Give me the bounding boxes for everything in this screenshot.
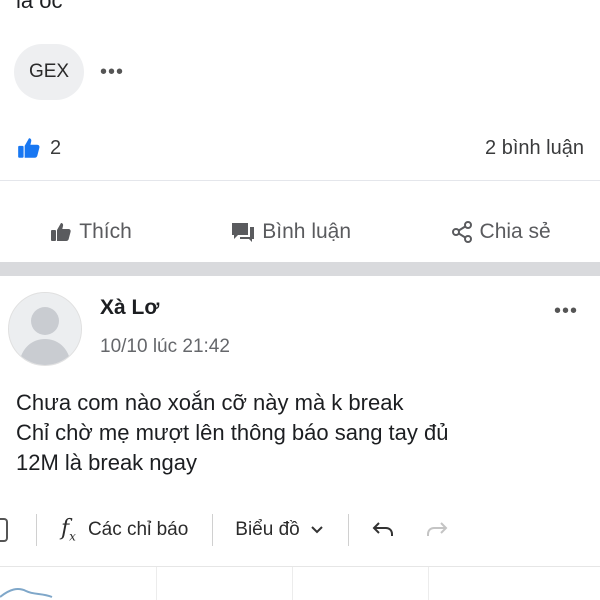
embedded-chart-preview bbox=[0, 566, 600, 600]
thumbs-up-icon bbox=[18, 138, 40, 158]
like-button-label: Thích bbox=[79, 220, 132, 243]
embedded-chart-toolbar: fx Các chỉ báo Biểu đồ bbox=[0, 506, 600, 554]
redo-button[interactable] bbox=[425, 520, 449, 540]
feed-screen: là oc GEX ••• 2 2 bình luận Thích Bình l… bbox=[0, 0, 600, 600]
grid-line bbox=[428, 567, 429, 600]
post-timestamp[interactable]: 10/10 lúc 21:42 bbox=[100, 336, 230, 358]
default-avatar-icon bbox=[9, 293, 81, 365]
like-summary[interactable]: 2 bbox=[16, 135, 61, 161]
chart-line-fragment bbox=[0, 588, 53, 598]
indicators-label: Các chỉ báo bbox=[87, 518, 189, 540]
grid-line bbox=[156, 567, 157, 600]
indicators-button[interactable]: fx Các chỉ báo bbox=[61, 516, 188, 543]
comment-count-link[interactable]: 2 bình luận bbox=[485, 137, 584, 160]
undo-icon bbox=[372, 522, 393, 536]
divider bbox=[0, 180, 600, 181]
gex-chip[interactable]: GEX bbox=[14, 44, 84, 100]
post-text: Chưa com nào xoắn cỡ này mà k break Chỉ … bbox=[16, 388, 448, 478]
like-button[interactable]: Thích bbox=[49, 220, 132, 244]
comment-button[interactable]: Bình luận bbox=[230, 220, 351, 244]
chart-type-dropdown[interactable]: Biểu đồ bbox=[235, 519, 323, 541]
redo-icon bbox=[426, 522, 448, 536]
post-separator bbox=[0, 262, 600, 276]
more-options-icon[interactable]: ••• bbox=[554, 300, 578, 323]
post-action-bar: Thích Bình luận Chia sẻ bbox=[0, 206, 600, 258]
previous-post-text-fragment: là oc bbox=[16, 0, 63, 13]
thumbs-up-icon bbox=[51, 223, 71, 241]
more-options-icon[interactable]: ••• bbox=[100, 62, 124, 82]
post-text-line: Chưa com nào xoắn cỡ này mà k break bbox=[16, 390, 404, 415]
avatar[interactable] bbox=[8, 292, 82, 366]
toolbar-divider bbox=[36, 514, 37, 546]
comment-icon bbox=[232, 223, 255, 242]
share-icon bbox=[451, 221, 472, 243]
function-icon: fx bbox=[61, 516, 76, 544]
undo-button[interactable] bbox=[371, 520, 395, 540]
comment-button-label: Bình luận bbox=[262, 220, 352, 243]
share-button[interactable]: Chia sẻ bbox=[450, 220, 551, 244]
share-button-label: Chia sẻ bbox=[479, 220, 551, 243]
toolbar-divider bbox=[347, 514, 349, 546]
previous-post-chip-row: GEX ••• bbox=[14, 44, 124, 100]
chevron-down-icon bbox=[311, 526, 323, 534]
post-text-line: Chỉ chờ mẹ mượt lên thông báo sang tay đ… bbox=[16, 420, 449, 445]
post-author-name[interactable]: Xà Lơ bbox=[100, 296, 159, 320]
toolbar-divider bbox=[212, 514, 214, 546]
cropped-icon bbox=[0, 518, 8, 542]
grid-line bbox=[292, 567, 293, 600]
post-text-line: 12M là break ngay bbox=[16, 450, 197, 475]
chart-type-label: Biểu đồ bbox=[235, 519, 300, 540]
like-count: 2 bbox=[50, 136, 62, 159]
reaction-summary: 2 2 bình luận bbox=[16, 130, 584, 166]
